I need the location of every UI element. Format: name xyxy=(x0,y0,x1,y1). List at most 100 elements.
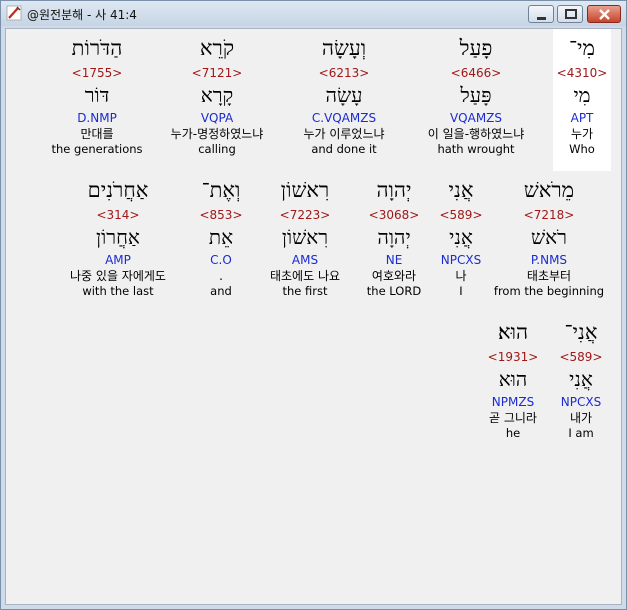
word-cell[interactable]: אֲנִי־ <589> אֲנִי NPCXS 내가 I am xyxy=(550,320,612,440)
english-gloss: Who xyxy=(569,142,595,156)
lexical-form: רֹאשׁ xyxy=(531,225,567,249)
lexical-form: קָרָא xyxy=(200,83,234,107)
parsing-code: C.VQAMZS xyxy=(311,111,377,125)
strong-number: <7218> xyxy=(523,208,575,222)
strong-number: <1755> xyxy=(71,66,123,80)
strong-number: <6466> xyxy=(450,66,502,80)
strong-number: <4310> xyxy=(556,66,608,80)
verse-panel: מִי־ <4310> מִי APT 누가 Who פָעַל <6466> … xyxy=(5,28,622,605)
english-gloss: and done it xyxy=(311,142,377,156)
english-gloss: he xyxy=(505,426,521,440)
word-cell[interactable]: הַדֹּרוֹת <1755> דּוֹר D.NMP 만대를 the gen… xyxy=(46,36,148,156)
korean-gloss: 누가 xyxy=(570,127,594,141)
english-gloss: the first xyxy=(282,284,328,298)
hebrew-word: קֹרֵא xyxy=(199,36,235,60)
strong-number: <7121> xyxy=(191,66,243,80)
hebrew-word: הוּא׃ xyxy=(497,320,529,344)
lexical-form: הוּא xyxy=(498,367,528,391)
app-window: @원전분해 - 사 41:4 מִי־ <4310> מִי APT 누가 Wh… xyxy=(0,0,627,610)
korean-gloss: 나중 있을 자에게도 xyxy=(70,269,166,283)
word-cell[interactable]: הוּא׃ <1931> הוּא NPMZS 곧 그니라 he xyxy=(480,320,546,440)
close-icon xyxy=(599,9,610,20)
english-gloss: and xyxy=(210,284,232,298)
strong-number: <314> xyxy=(96,208,140,222)
parsing-code: P.NMS xyxy=(530,253,568,267)
english-gloss: the generations xyxy=(51,142,143,156)
parsing-code: VQAMZS xyxy=(449,111,503,125)
parsing-code: AMP xyxy=(105,253,131,267)
lexical-form: רִאשׁוֹן xyxy=(281,225,329,249)
parsing-code: D.NMP xyxy=(77,111,117,125)
word-cell[interactable]: אֲנִי <589> אֲנִי NPCXS 나 I xyxy=(432,178,490,298)
word-cell[interactable]: רִאשׁוֹן <7223> רִאשׁוֹן AMS 태초에도 나요 the… xyxy=(254,178,356,298)
korean-gloss: 곧 그니라 xyxy=(489,411,537,425)
parsing-code: APT xyxy=(570,111,594,125)
word-cell[interactable]: מֵרֹאשׁ <7218> רֹאשׁ P.NMS 태초부터 from the… xyxy=(492,178,606,298)
english-gloss: I am xyxy=(568,426,594,440)
word-cell[interactable]: אַחֲרֹנִים <314> אַחֲרוֹן AMP 나중 있을 자에게도… xyxy=(50,178,186,298)
lexical-form: אַחֲרוֹן xyxy=(96,225,140,249)
hebrew-word: יְהוָה xyxy=(376,178,412,202)
app-icon xyxy=(6,5,22,21)
korean-gloss: 이 일을-행하였느냐 xyxy=(427,127,525,141)
strong-number: <1931> xyxy=(487,350,539,364)
korean-gloss: 태초부터 xyxy=(526,269,572,283)
english-gloss: I xyxy=(459,284,463,298)
english-gloss: the LORD xyxy=(366,284,422,298)
hebrew-word: אֲנִי־ xyxy=(564,320,598,344)
lexical-form: אֵת xyxy=(208,225,234,249)
word-cell[interactable]: וְאֶת־ <853> אֵת C.O . and xyxy=(190,178,252,298)
korean-gloss: 만대를 xyxy=(80,127,114,141)
title-bar[interactable]: @원전분해 - 사 41:4 xyxy=(1,1,626,26)
korean-gloss: . xyxy=(219,269,223,283)
strong-number: <3068> xyxy=(368,208,420,222)
hebrew-word: וְאֶת־ xyxy=(201,178,241,202)
parsing-code: NPMZS xyxy=(491,395,535,409)
english-gloss: calling xyxy=(198,142,236,156)
korean-gloss: 나 xyxy=(455,269,467,283)
korean-gloss: 누가 이루었느냐 xyxy=(303,127,385,141)
hebrew-word: מִי־ xyxy=(569,36,595,60)
maximize-icon xyxy=(565,9,577,19)
lexical-form: יְהוָה xyxy=(377,225,411,249)
lexical-form: עָשָׂה xyxy=(325,83,363,107)
word-cell[interactable]: פָעַל <6466> פָּעַל VQAMZS 이 일을-행하였느냐 ha… xyxy=(406,36,546,156)
english-gloss: hath wrought xyxy=(437,142,515,156)
hebrew-word: הַדֹּרוֹת xyxy=(71,36,123,60)
korean-gloss: 여호와라 xyxy=(371,269,417,283)
strong-number: <589> xyxy=(439,208,483,222)
close-button[interactable] xyxy=(587,5,621,23)
parsing-code: AMS xyxy=(291,253,319,267)
hebrew-word: אֲנִי xyxy=(448,178,474,202)
word-cell[interactable]: מִי־ <4310> מִי APT 누가 Who xyxy=(553,29,611,171)
parsing-code: NPCXS xyxy=(560,395,602,409)
word-cell[interactable]: וְעָשָׂה <6213> עָשָׂה C.VQAMZS 누가 이루었느냐… xyxy=(284,36,404,156)
word-cell[interactable]: קֹרֵא <7121> קָרָא VQPA 누가-명정하였느냐 callin… xyxy=(152,36,282,156)
word-cell[interactable]: יְהוָה <3068> יְהוָה NE 여호와라 the LORD xyxy=(358,178,430,298)
maximize-button[interactable] xyxy=(557,5,583,23)
parsing-code: VQPA xyxy=(200,111,234,125)
window-title: @원전분해 - 사 41:4 xyxy=(27,8,137,22)
korean-gloss: 태초에도 나요 xyxy=(269,269,341,283)
hebrew-word: מֵרֹאשׁ xyxy=(523,178,575,202)
hebrew-word: רִאשׁוֹן xyxy=(280,178,330,202)
parsing-code: C.O xyxy=(210,253,232,267)
strong-number: <589> xyxy=(559,350,603,364)
minimize-button[interactable] xyxy=(528,5,554,23)
hebrew-word: וְעָשָׂה xyxy=(321,36,367,60)
parsing-code: NPCXS xyxy=(440,253,482,267)
korean-gloss: 누가-명정하였느냐 xyxy=(170,127,264,141)
lexical-form: פָּעַל xyxy=(460,83,492,107)
lexical-form: מִי xyxy=(573,83,591,107)
lexical-form: אֲנִי xyxy=(449,225,473,249)
parsing-code: NE xyxy=(385,253,403,267)
strong-number: <7223> xyxy=(279,208,331,222)
strong-number: <6213> xyxy=(318,66,370,80)
english-gloss: with the last xyxy=(82,284,154,298)
english-gloss: from the beginning xyxy=(493,284,605,298)
korean-gloss: 내가 xyxy=(569,411,593,425)
lexical-form: אֲנִי xyxy=(569,367,593,391)
lexical-form: דּוֹר xyxy=(84,83,110,107)
strong-number: <853> xyxy=(199,208,243,222)
hebrew-word: פָעַל xyxy=(459,36,493,60)
